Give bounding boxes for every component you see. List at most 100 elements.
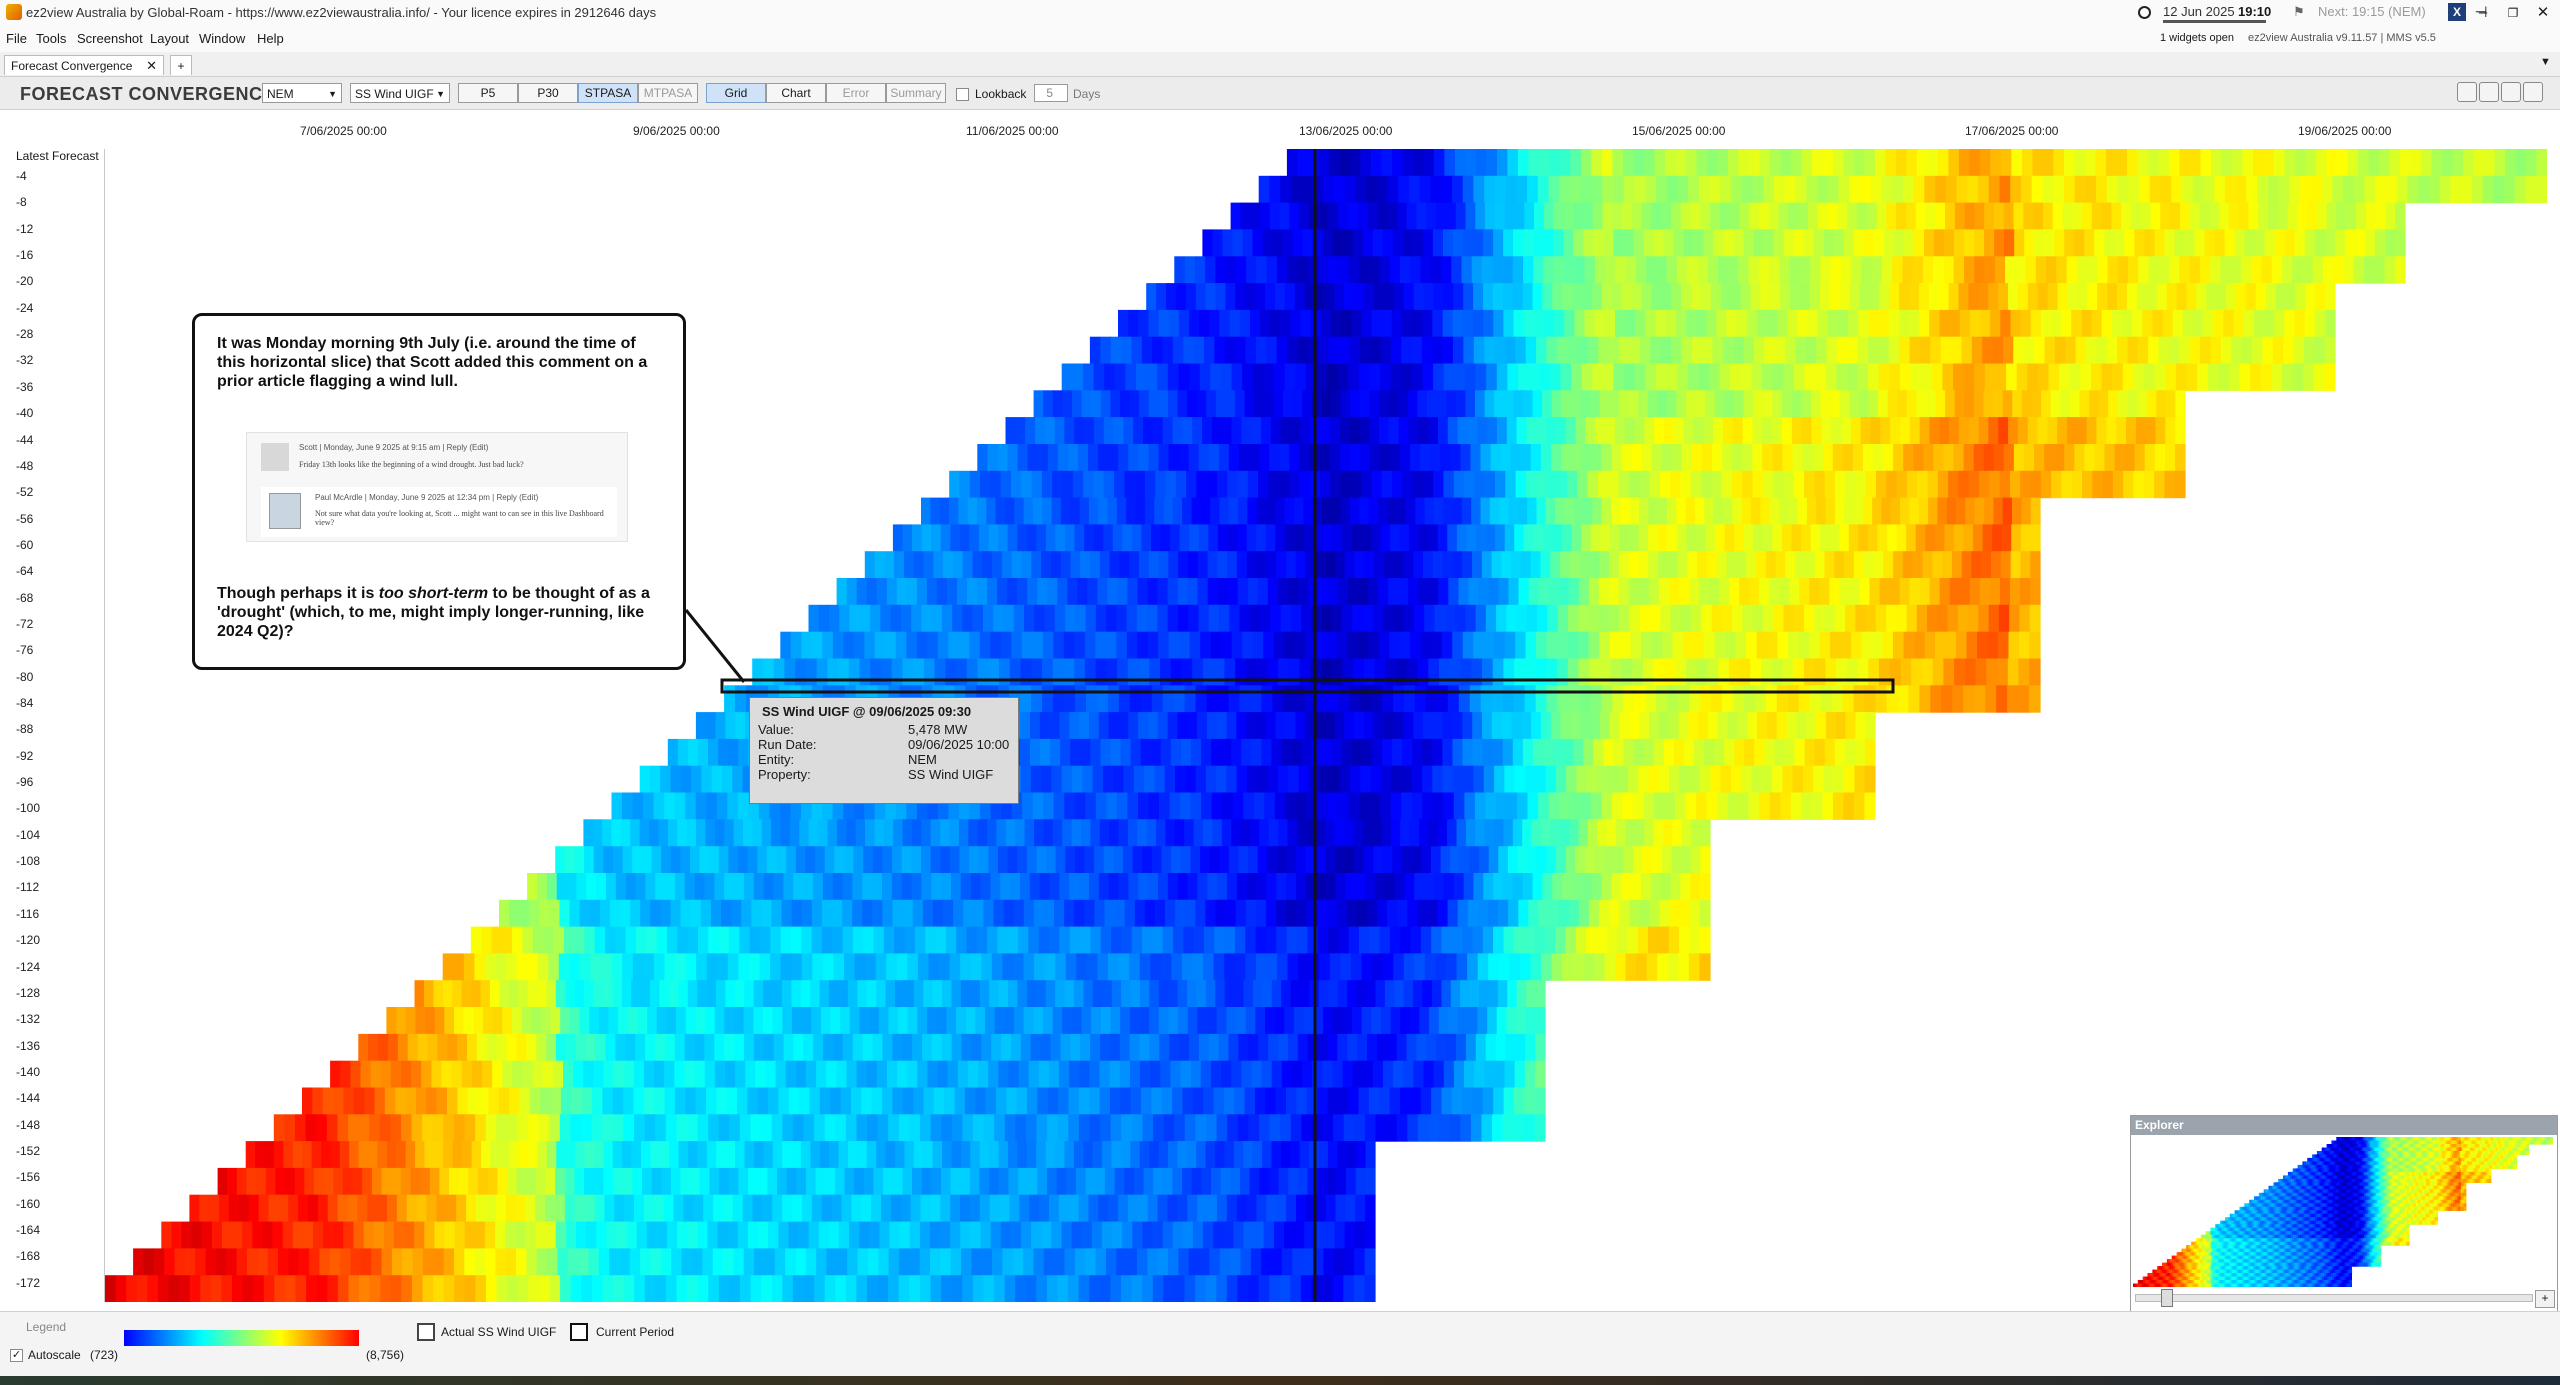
heatmap-cell — [1918, 497, 1929, 525]
heatmap-cell — [695, 712, 707, 740]
p30-button[interactable]: P30 — [518, 83, 578, 103]
heatmap-cell — [988, 846, 999, 874]
grid-button[interactable]: Grid — [706, 83, 766, 103]
heatmap-cell — [1287, 256, 1298, 284]
summary-button[interactable]: Summary — [886, 83, 946, 103]
heatmap-cell — [612, 1141, 623, 1169]
heatmap-cell — [1811, 417, 1822, 445]
heatmap-cell — [485, 1194, 497, 1223]
heatmap-cell — [1290, 604, 1302, 633]
settings-icon[interactable] — [2501, 82, 2521, 102]
p5-button[interactable]: P5 — [458, 83, 518, 103]
heatmap-cell — [1054, 604, 1066, 633]
heatmap-cell — [1525, 1007, 1536, 1035]
heatmap-cell — [960, 1194, 971, 1223]
heatmap-cell — [1206, 390, 1217, 418]
menu-layout[interactable]: Layout — [150, 31, 189, 46]
heatmap-cell — [1189, 1033, 1200, 1062]
heatmap-cell — [838, 1141, 849, 1169]
heatmap-cell — [1194, 256, 1206, 284]
heatmap-cell — [1700, 765, 1711, 794]
restore-button[interactable]: ❐ — [2498, 2, 2528, 24]
heatmap-cell — [977, 658, 989, 686]
menu-help[interactable]: Help — [257, 31, 284, 46]
next-dispatch[interactable]: Next: 19:15 (NEM) — [2318, 4, 2426, 19]
measure-select[interactable]: SS Wind UIGF ▼ — [350, 83, 450, 103]
lookback-spinner[interactable]: 5 — [1034, 84, 1068, 102]
menu-tools[interactable]: Tools — [36, 31, 66, 46]
heatmap-cell — [1667, 953, 1679, 981]
heatmap-cell — [1614, 417, 1626, 445]
close-window-button[interactable]: ✕ — [2528, 2, 2558, 24]
camera-icon[interactable] — [2479, 82, 2499, 102]
heatmap-cell — [1294, 524, 1305, 552]
heatmap-cell — [1188, 444, 1200, 472]
heatmap-cell — [1335, 1194, 1346, 1223]
heatmap-cell — [471, 1141, 482, 1169]
star-icon[interactable] — [2457, 82, 2477, 102]
heatmap-cell — [1149, 980, 1160, 1008]
heatmap-cell — [969, 846, 980, 874]
heatmap-cell — [1538, 899, 1550, 928]
tab-forecast-convergence[interactable]: Forecast Convergence ✕ — [4, 55, 164, 75]
heatmap-cell — [559, 1114, 571, 1142]
lookback-checkbox[interactable] — [956, 88, 969, 101]
heatmap-cell — [936, 578, 948, 606]
mtpasa-button[interactable]: MTPASA — [638, 83, 698, 103]
heatmap-cell — [749, 926, 761, 954]
heatmap-cell — [1350, 390, 1361, 418]
heatmap-cell — [972, 551, 983, 579]
minimize-button[interactable]: – — [2468, 2, 2498, 24]
heatmap-cell — [1625, 309, 1636, 338]
heatmap-cell — [191, 1221, 203, 1249]
heatmap-cell — [1415, 497, 1426, 525]
heatmap-cell — [862, 899, 873, 928]
heatmap-cell — [1268, 470, 1280, 499]
heatmap-cell — [1676, 390, 1687, 418]
heatmap-cell — [927, 1060, 939, 1089]
menu-file[interactable]: File — [6, 31, 27, 46]
heatmap-cell — [2082, 202, 2093, 230]
add-tab-button[interactable]: + — [170, 55, 192, 75]
heatmap-cell — [1025, 1114, 1038, 1142]
stpasa-button[interactable]: STPASA — [578, 83, 638, 103]
chart-button[interactable]: Chart — [766, 83, 826, 103]
heatmap-cell — [1411, 765, 1423, 794]
heatmap-cell — [1049, 1194, 1060, 1223]
heatmap-cell — [596, 873, 607, 901]
heatmap-cell — [832, 631, 844, 660]
heatmap-cell — [1607, 765, 1619, 794]
ez2view-icon[interactable]: X — [2448, 3, 2466, 21]
heatmap-cell — [1504, 524, 1515, 552]
heatmap-cell — [1252, 631, 1264, 660]
heatmap-cell — [1246, 256, 1257, 284]
heatmap-cell — [1076, 1167, 1087, 1196]
help-icon[interactable] — [2523, 82, 2543, 102]
menu-window[interactable]: Window — [199, 31, 245, 46]
heatmap-cell — [1679, 899, 1691, 928]
heatmap-cell — [602, 819, 613, 847]
heatmap-cell — [1720, 175, 1732, 204]
error-button[interactable]: Error — [826, 83, 886, 103]
heatmap-cell — [832, 899, 843, 928]
heatmap-cell — [333, 1221, 344, 1249]
flag-icon[interactable]: ⚑ — [2293, 4, 2305, 20]
heatmap-cell — [920, 1194, 931, 1223]
heatmap-cell — [1615, 256, 1627, 284]
heatmap-cell — [1462, 309, 1474, 338]
heatmap-cell — [1337, 1033, 1348, 1062]
menu-screenshot[interactable]: Screenshot — [77, 31, 143, 46]
region-select[interactable]: NEM ▼ — [262, 83, 342, 103]
heatmap-cell — [670, 899, 682, 928]
tab-close-icon[interactable]: ✕ — [146, 56, 157, 76]
heatmap-cell — [1157, 604, 1169, 633]
heatmap-cell — [1315, 1194, 1327, 1223]
heatmap-cell — [1909, 336, 1921, 365]
heatmap-cell — [602, 1114, 614, 1142]
heatmap-cell — [1825, 497, 1836, 525]
tab-dropdown-icon[interactable]: ▼ — [2540, 56, 2551, 68]
heatmap-cell — [2156, 390, 2167, 418]
heatmap-cell — [1538, 149, 1550, 177]
heatmap-cell — [733, 819, 744, 847]
heatmap-cell — [998, 1167, 1009, 1196]
